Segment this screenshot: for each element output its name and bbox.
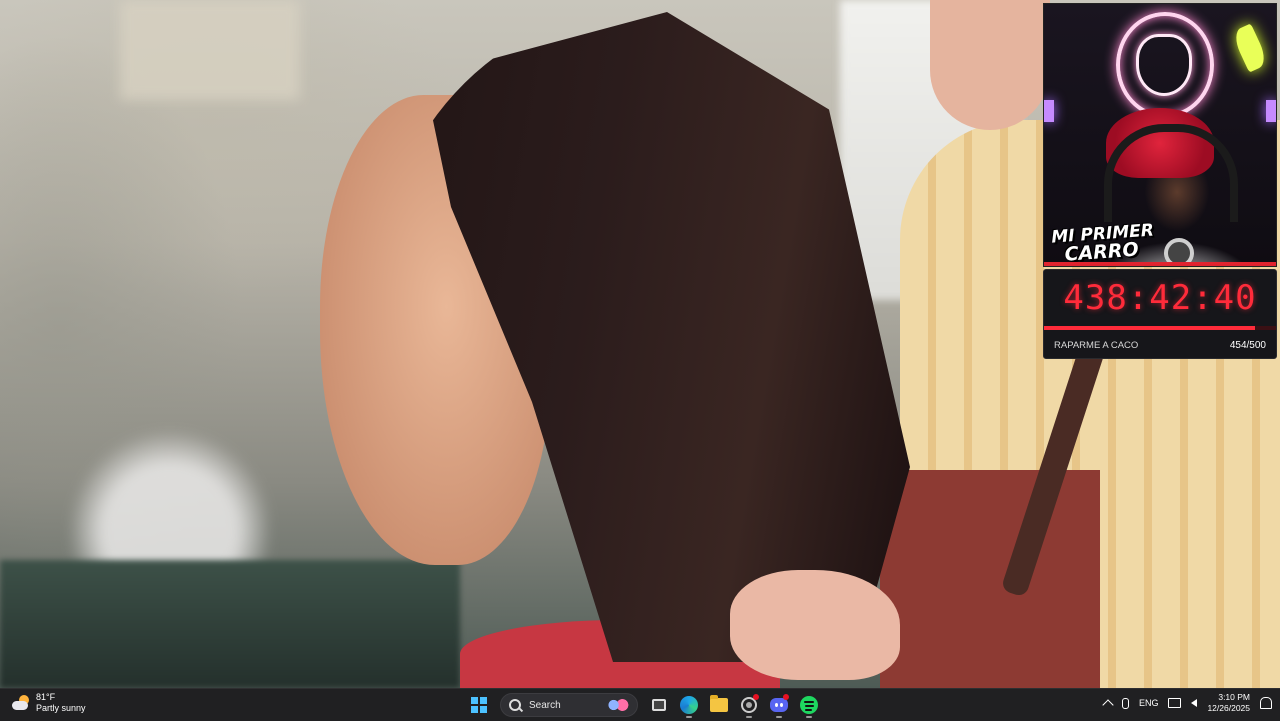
goal-count: 454/500 bbox=[1229, 340, 1266, 351]
task-view-icon bbox=[652, 699, 666, 711]
goal-progress-bar bbox=[1044, 326, 1276, 330]
discord-button[interactable] bbox=[766, 692, 792, 718]
clock-date: 12/26/2025 bbox=[1207, 703, 1250, 713]
weather-description: Partly sunny bbox=[36, 703, 86, 713]
monitor-icon[interactable] bbox=[1168, 698, 1182, 708]
weather-widget[interactable]: 81°F Partly sunny bbox=[12, 692, 86, 714]
goal-banner: MI PRIMER CARRO bbox=[1051, 220, 1156, 265]
taskbar: 81°F Partly sunny Search ENG 3:10 PM 12/… bbox=[0, 688, 1280, 721]
windows-start-icon bbox=[471, 697, 487, 713]
search-icon bbox=[509, 699, 521, 711]
taskbar-search[interactable]: Search bbox=[500, 693, 638, 717]
chrome-button[interactable] bbox=[736, 692, 762, 718]
webcam-accent-bar bbox=[1044, 262, 1276, 266]
spotify-icon bbox=[800, 696, 818, 714]
apron bbox=[880, 470, 1100, 688]
webcam-feed: MI PRIMER CARRO bbox=[1043, 3, 1277, 267]
file-explorer-button[interactable] bbox=[706, 692, 732, 718]
notification-badge bbox=[783, 694, 789, 700]
language-indicator[interactable]: ENG bbox=[1139, 698, 1159, 708]
start-button[interactable] bbox=[466, 692, 492, 718]
background-counter bbox=[0, 560, 460, 688]
timer-value: 438:42:40 bbox=[1063, 278, 1257, 318]
banana-icon bbox=[1230, 23, 1270, 73]
partly-sunny-icon bbox=[12, 695, 30, 711]
search-placeholder: Search bbox=[529, 699, 561, 711]
purple-light bbox=[1266, 100, 1276, 122]
clock-time: 3:10 PM bbox=[1218, 692, 1250, 702]
notification-bell-icon[interactable] bbox=[1260, 697, 1272, 709]
edge-button[interactable] bbox=[676, 692, 702, 718]
notification-badge bbox=[753, 694, 759, 700]
background-cabinet bbox=[120, 0, 300, 100]
hand-on-shoulder bbox=[730, 570, 900, 680]
neon-face-icon bbox=[1136, 34, 1192, 96]
spotify-button[interactable] bbox=[796, 692, 822, 718]
discord-icon bbox=[770, 698, 788, 712]
search-highlight-icon bbox=[607, 699, 629, 711]
goal-label: RAPARME A CACO bbox=[1054, 340, 1139, 351]
subathon-timer: 438:42:40 RAPARME A CACO 454/500 bbox=[1043, 269, 1277, 359]
person-chin bbox=[930, 0, 1050, 130]
headset-icon bbox=[1104, 124, 1238, 222]
file-explorer-icon bbox=[710, 695, 728, 712]
edge-icon bbox=[680, 696, 698, 714]
stream-overlay: MI PRIMER CARRO 438:42:40 RAPARME A CACO… bbox=[1043, 3, 1277, 359]
clock[interactable]: 3:10 PM 12/26/2025 bbox=[1207, 692, 1250, 714]
purple-light bbox=[1044, 100, 1054, 122]
microphone-icon[interactable] bbox=[1121, 697, 1129, 709]
system-tray: ENG 3:10 PM 12/26/2025 bbox=[1102, 692, 1272, 714]
chevron-up-icon[interactable] bbox=[1102, 699, 1114, 711]
weather-temperature: 81°F bbox=[36, 692, 56, 702]
taskbar-apps: Search bbox=[466, 692, 822, 718]
goal-progress-fill bbox=[1044, 326, 1255, 330]
speaker-icon[interactable] bbox=[1191, 699, 1198, 707]
task-view-button[interactable] bbox=[646, 692, 672, 718]
